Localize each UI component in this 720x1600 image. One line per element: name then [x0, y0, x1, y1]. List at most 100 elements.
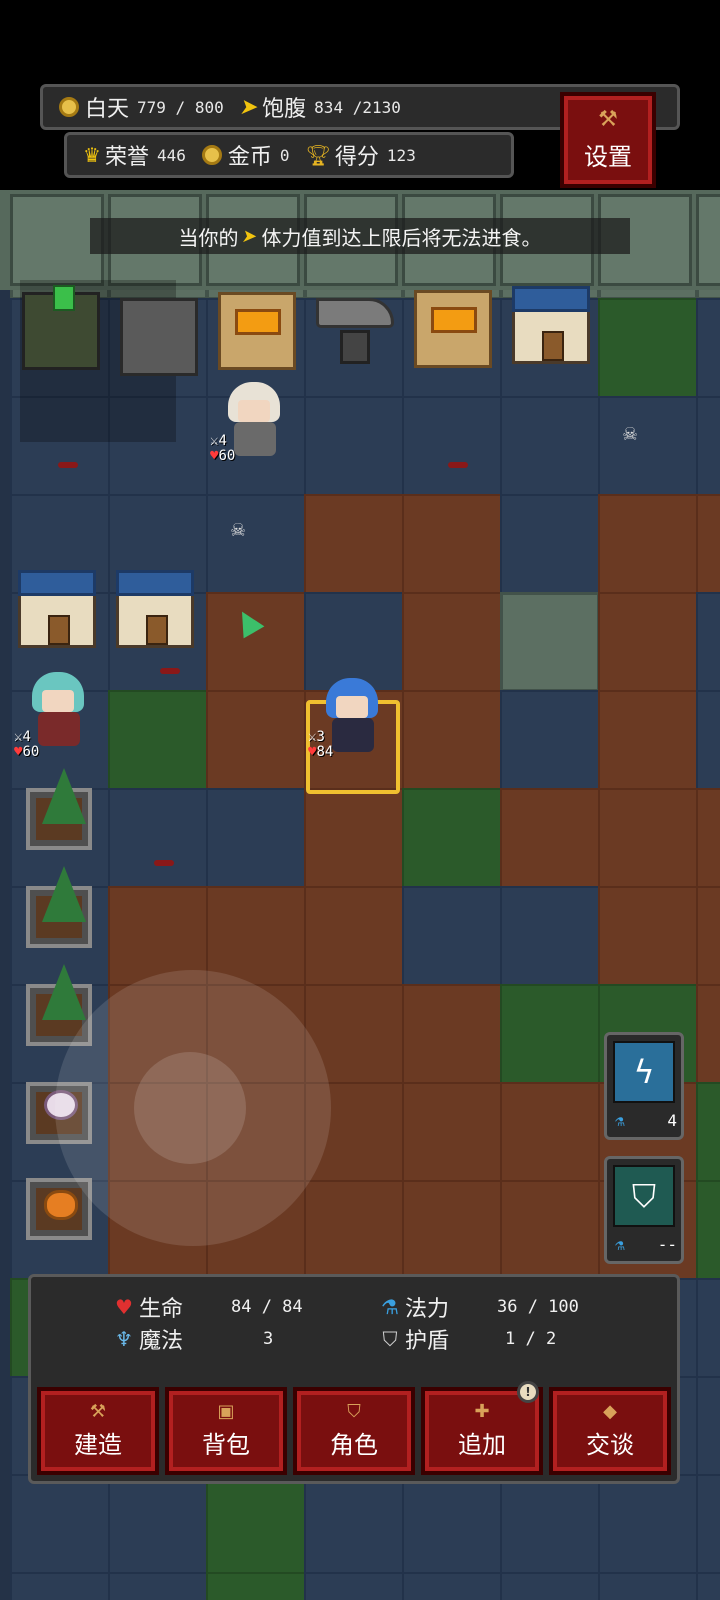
armor-stat: ⛉ 护盾 1 / 2: [377, 1323, 667, 1355]
map-tile: [10, 1474, 110, 1574]
armor-label: 护盾: [405, 1329, 450, 1354]
character-button[interactable]: ⛉ 角色: [293, 1387, 415, 1475]
tree-icon: [42, 768, 86, 824]
hammer-icon: ⚒: [89, 1400, 107, 1422]
map-tile: [10, 1572, 110, 1600]
map-tile: [696, 886, 720, 986]
trophy-icon: 🏆︎: [305, 143, 331, 167]
hero-attack: 3: [316, 729, 325, 745]
map-tile: [206, 494, 306, 594]
hint-text-end: 体力值到达上限后将无法进食。: [261, 225, 542, 250]
map-tile: [500, 396, 600, 496]
map-tile: [696, 1474, 720, 1574]
lightning-rune-icon: ϟ: [613, 1041, 675, 1103]
ally-stats: ⚔4 ♥60: [14, 729, 40, 760]
gold-label: 金币: [227, 145, 272, 170]
action-bar: ⚒ 建造 ▣ 背包 ⛉ 角色 ✚ 追加 ! ◆ 交谈: [37, 1381, 671, 1475]
honor-value: 446: [156, 145, 186, 165]
sun-icon: [59, 97, 79, 117]
score-label: 得分: [334, 145, 379, 170]
map-tile: [500, 592, 600, 692]
pumpkin-icon: [44, 1190, 78, 1220]
map-tile: [206, 592, 306, 692]
hunger-value: 834 /2130: [314, 97, 401, 117]
ally-attack: 4: [22, 729, 31, 745]
joystick-thumb[interactable]: [134, 1052, 246, 1164]
settings-button[interactable]: ⚒ 设置: [560, 92, 656, 188]
skill-slot-shield[interactable]: ⛉ ⚗ --: [604, 1156, 684, 1264]
hint-text-start: 当你的: [178, 225, 239, 250]
map-tile: [206, 886, 306, 986]
character-label: 角色: [330, 1430, 378, 1459]
map-tile: [500, 984, 600, 1084]
map-tile: [598, 1572, 698, 1600]
house-building-left-2[interactable]: [116, 570, 194, 648]
shield-rune-icon: ⛉: [613, 1165, 675, 1227]
settings-label: 设置: [584, 142, 632, 171]
add-button[interactable]: ✚ 追加 !: [421, 1381, 543, 1475]
talk-label: 交谈: [586, 1430, 634, 1459]
map-tile: [598, 690, 698, 790]
hero-stats: ⚔3 ♥84: [308, 729, 334, 760]
map-tile: [696, 1572, 720, 1600]
backpack-icon: ▣: [217, 1400, 235, 1422]
crown-icon: ♛: [83, 143, 101, 167]
build-button[interactable]: ⚒ 建造: [37, 1387, 159, 1475]
bag-button[interactable]: ▣ 背包: [165, 1387, 287, 1475]
map-tile: [402, 1572, 502, 1600]
house-building-left-1[interactable]: [18, 570, 96, 648]
elder-stats: ⚔4 ♥60: [210, 433, 236, 464]
map-tile: [500, 886, 600, 986]
map-tile: [304, 1572, 404, 1600]
tree-planter[interactable]: [26, 866, 92, 948]
skill-slot-lightning[interactable]: ϟ ⚗ 4: [604, 1032, 684, 1140]
map-tile: [500, 1474, 600, 1574]
gold-coin-icon: [201, 145, 222, 165]
skill-cost: 4: [667, 1111, 677, 1130]
workbench-building[interactable]: [120, 298, 198, 376]
bag-label: 背包: [202, 1430, 250, 1459]
map-tile: [598, 788, 698, 888]
map-tile: [108, 1572, 208, 1600]
plus-icon: ✚: [474, 1400, 490, 1422]
map-tile: [402, 396, 502, 496]
blood-stain: [448, 462, 468, 468]
map-tile: [402, 494, 502, 594]
speech-bubble-icon: ◆: [603, 1400, 617, 1422]
map-tile: [696, 984, 720, 1084]
map-tile: [500, 788, 600, 888]
map-tile: [304, 396, 404, 496]
talk-button[interactable]: ◆ 交谈: [549, 1387, 671, 1475]
furnace-building[interactable]: [218, 292, 296, 370]
stamina-bolt-icon: ➤: [240, 225, 260, 247]
map-tile: [696, 788, 720, 888]
score-value: 123: [386, 145, 416, 165]
anvil-building[interactable]: [316, 292, 394, 370]
wall-block: [696, 194, 720, 286]
map-tile: [598, 494, 698, 594]
hunger-label: 饱腹: [262, 97, 307, 122]
shield-badge-icon: ⛉: [347, 1400, 361, 1422]
gold-value: 0: [279, 145, 290, 165]
house-building[interactable]: [512, 286, 590, 364]
day-label: 白天: [85, 97, 130, 122]
fire-icon: [235, 309, 281, 335]
tree-icon: [42, 964, 86, 1020]
shield-icon: ⛉: [382, 1327, 398, 1351]
map-tile: [108, 1474, 208, 1574]
map-tile: [304, 1474, 404, 1574]
magic-label: 魔法: [139, 1329, 184, 1354]
status-panel: ♥ 生命 84 / 84 ⚗ 法力 36 / 100 ♆ 魔法 3 ⛉ 护盾 1…: [28, 1274, 680, 1484]
tree-planter[interactable]: [26, 768, 92, 850]
map-tile: [500, 1082, 600, 1182]
map-tile: [304, 788, 404, 888]
map-tile: [402, 886, 502, 986]
life-value: 84 / 84: [231, 1297, 303, 1317]
map-tile: [598, 592, 698, 692]
elder-attack: 4: [218, 433, 227, 449]
map-tile: [206, 1474, 306, 1574]
heart-icon: ♥: [115, 1295, 133, 1319]
hero-hp: 84: [316, 744, 334, 760]
turret-building[interactable]: [22, 285, 100, 370]
furnace-building-2[interactable]: [414, 290, 492, 368]
